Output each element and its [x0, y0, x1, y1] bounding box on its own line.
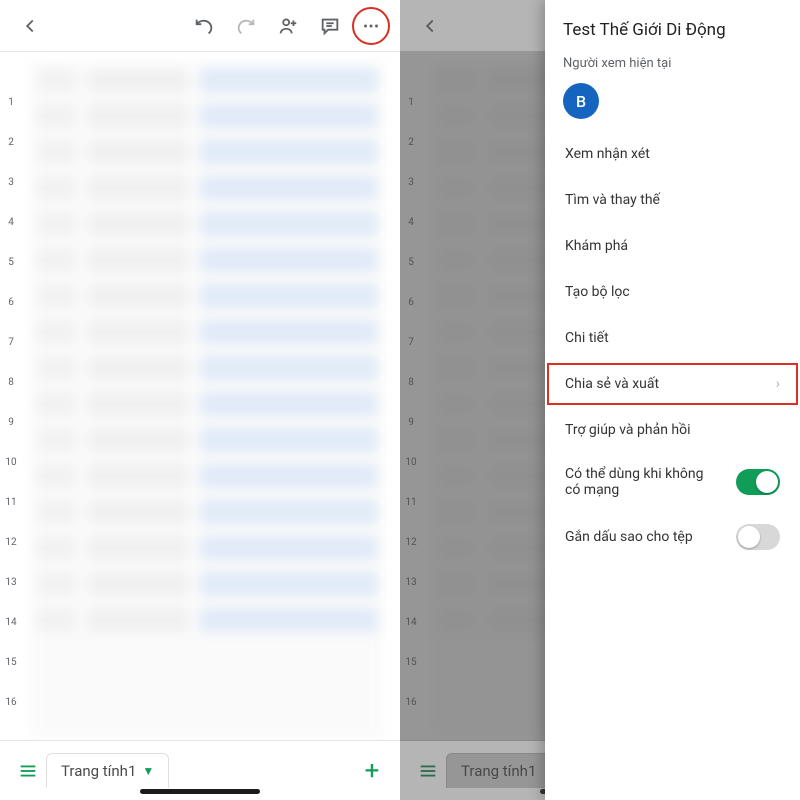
row-header: 1 [400, 82, 422, 122]
comment-button[interactable] [310, 6, 350, 46]
spreadsheet-area[interactable]: 1 2 3 4 5 6 7 8 9 10 11 12 13 14 15 16 [0, 52, 400, 740]
avatar-initial: B [576, 92, 586, 111]
row-header: 13 [0, 562, 22, 602]
more-menu-panel: Test Thế Giới Di Động Người xem hiện tại… [545, 0, 800, 800]
left-screenshot: 1 2 3 4 5 6 7 8 9 10 11 12 13 14 15 16 [0, 0, 400, 800]
row-header: 12 [400, 522, 422, 562]
caret-down-icon: ▼ [142, 764, 154, 778]
row-header: 12 [0, 522, 22, 562]
sheet-menu-button [410, 753, 446, 789]
menu-create-filter[interactable]: Tạo bộ lọc [545, 269, 800, 315]
add-sheet-button[interactable]: + [354, 753, 390, 789]
row-header: 13 [400, 562, 422, 602]
toggle-offline[interactable] [736, 469, 780, 495]
row-header: 11 [400, 482, 422, 522]
sheet-menu-button[interactable] [10, 753, 46, 789]
row-header: 7 [0, 322, 22, 362]
toolbar [0, 0, 400, 52]
menu-view-comments[interactable]: Xem nhận xét [545, 131, 800, 177]
back-button [410, 6, 450, 46]
bottom-bar: Trang tính1 ▼ + [0, 740, 400, 800]
row-header: 6 [400, 282, 422, 322]
row-header: 2 [400, 122, 422, 162]
row-header: 10 [0, 442, 22, 482]
sheet-tab-label: Trang tính1 [61, 762, 136, 780]
row-header: 8 [0, 362, 22, 402]
toggle-offline-label: Có thể dùng khi không có mạng [565, 466, 715, 498]
row-header: 3 [400, 162, 422, 202]
row-header: 4 [0, 202, 22, 242]
document-title: Test Thế Giới Di Động [545, 0, 800, 46]
row-header: 4 [400, 202, 422, 242]
menu-help-feedback[interactable]: Trợ giúp và phản hồi [545, 407, 800, 453]
row-header: 15 [0, 642, 22, 682]
row-header: 15 [400, 642, 422, 682]
cells[interactable] [22, 52, 400, 740]
viewer-avatar[interactable]: B [563, 83, 599, 119]
current-viewers-label: Người xem hiện tại [545, 46, 800, 77]
menu-explore[interactable]: Khám phá [545, 223, 800, 269]
sheet-tab[interactable]: Trang tính1 ▼ [46, 753, 169, 788]
sheet-tab: Trang tính1 [446, 753, 551, 788]
back-button[interactable] [10, 6, 50, 46]
redo-button[interactable] [226, 6, 266, 46]
share-person-button[interactable] [268, 6, 308, 46]
row-header: 1 [0, 82, 22, 122]
row-header: 5 [400, 242, 422, 282]
undo-button[interactable] [184, 6, 224, 46]
row-headers: 1 2 3 4 5 6 7 8 9 10 11 12 13 14 15 16 [0, 52, 22, 740]
row-header: 2 [0, 122, 22, 162]
row-header: 6 [0, 282, 22, 322]
row-header: 14 [0, 602, 22, 642]
menu-details[interactable]: Chi tiết [545, 315, 800, 361]
sheet-tab-label: Trang tính1 [461, 762, 536, 780]
row-header: 16 [400, 682, 422, 722]
toggle-star[interactable] [736, 524, 780, 550]
menu-find-replace[interactable]: Tìm và thay thế [545, 177, 800, 223]
row-header: 9 [0, 402, 22, 442]
home-indicator [140, 789, 260, 794]
toggle-offline-row: Có thể dùng khi không có mạng [545, 453, 800, 511]
row-header: 11 [0, 482, 22, 522]
row-header: 8 [400, 362, 422, 402]
right-screenshot: 1 2 3 4 5 6 7 8 9 10 11 12 13 14 15 16 [400, 0, 800, 800]
row-header: 10 [400, 442, 422, 482]
row-header: 9 [400, 402, 422, 442]
row-header: 3 [0, 162, 22, 202]
toggle-star-label: Gắn dấu sao cho tệp [565, 529, 693, 545]
chevron-right-icon: › [776, 376, 780, 392]
menu-share-export[interactable]: Chia sẻ và xuất › [545, 361, 800, 407]
menu-list: Xem nhận xét Tìm và thay thế Khám phá Tạ… [545, 121, 800, 563]
toggle-star-row: Gắn dấu sao cho tệp [545, 511, 800, 563]
row-header: 7 [400, 322, 422, 362]
row-header: 14 [400, 602, 422, 642]
row-header: 16 [0, 682, 22, 722]
row-header: 5 [0, 242, 22, 282]
more-menu-button[interactable] [352, 7, 390, 45]
